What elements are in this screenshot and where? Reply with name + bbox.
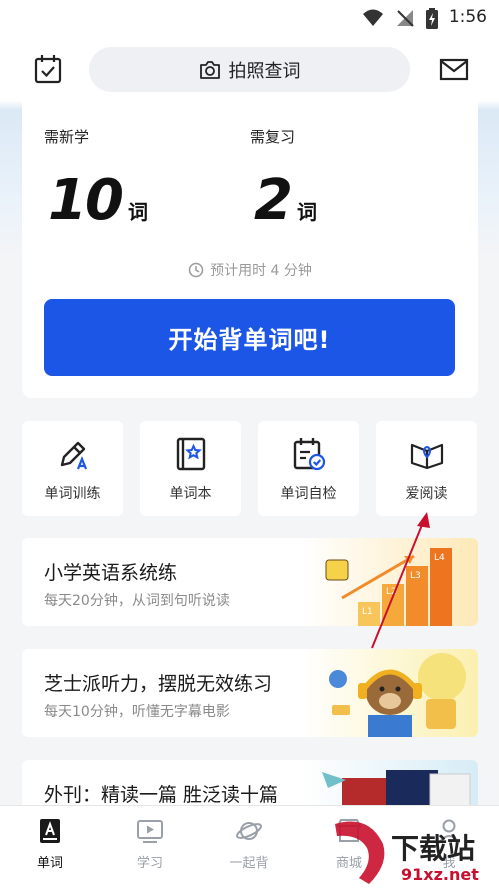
tool-shortcuts: 单词训练 单词本 单词自检 爱阅读 [22, 421, 478, 516]
estimated-time-text: 预计用时 4 分钟 [210, 263, 312, 279]
photo-search-bar[interactable]: 拍照查词 [89, 47, 410, 92]
wifi-icon [363, 9, 383, 26]
course-title: 芝士派听力，摆脱无效练习 [44, 673, 273, 695]
level-label: L4 [434, 553, 445, 563]
tab-label: 一起背 [229, 856, 269, 871]
star-book-icon [176, 437, 205, 471]
battery-icon [426, 8, 438, 29]
mail-icon[interactable] [438, 53, 470, 85]
tool-word-book[interactable]: 单词本 [140, 421, 241, 516]
course-title: 外刊：精读一篇 胜泛读十篇 [44, 784, 279, 806]
review-words-stat: 需复习 2词 [250, 126, 317, 233]
calendar-check-icon[interactable] [32, 53, 64, 85]
pencil-icon [60, 441, 87, 470]
camera-icon [199, 60, 220, 79]
tab-label: 学习 [136, 856, 163, 871]
tab-together[interactable]: 一起背 [209, 818, 289, 871]
top-header: 拍照查词 [0, 40, 499, 100]
study-plan-card: 需新学 10 词 需复习 2词 预计用时 4 分钟 开始背单词吧! [22, 100, 478, 398]
estimated-time: 预计用时 4 分钟 [22, 260, 478, 280]
level-label: L1 [362, 607, 373, 617]
photo-search-label: 拍照查词 [228, 60, 301, 82]
review-words-unit: 词 [296, 200, 317, 224]
review-words-count: 2 [254, 168, 293, 233]
new-words-unit: 词 [127, 200, 148, 224]
open-book-icon [410, 443, 443, 470]
new-words-stat: 需新学 10 词 [44, 126, 148, 233]
level-label: L2 [386, 587, 397, 597]
tab-words[interactable]: 单词 [10, 818, 90, 871]
status-bar: 1:56 [0, 0, 499, 36]
course-subtitle: 每天20分钟，从词到句听说读 [44, 593, 230, 609]
level-label: L3 [410, 571, 421, 581]
tool-label: 单词训练 [44, 486, 101, 502]
review-words-label: 需复习 [250, 128, 296, 146]
calendar-check-icon [293, 438, 325, 471]
tool-love-reading[interactable]: 爱阅读 [376, 421, 477, 516]
course-title: 小学英语系统练 [44, 562, 178, 584]
site-watermark-logo: 下载站 91xz.net [335, 821, 479, 884]
tool-word-training[interactable]: 单词训练 [22, 421, 123, 516]
clock-time: 1:56 [448, 7, 487, 27]
tool-label: 单词本 [169, 486, 212, 502]
course-card-primary-english[interactable]: 小学英语系统练 每天20分钟，从词到句听说读 L1 L2 L3 L4 [22, 538, 478, 626]
new-words-count: 10 [48, 168, 124, 233]
tab-study[interactable]: 学习 [110, 818, 190, 871]
tab-label: 单词 [36, 856, 63, 871]
bear-headphones-illustration [302, 649, 478, 737]
watermark-site-text: 91xz.net [401, 865, 479, 884]
tool-label: 爱阅读 [405, 486, 448, 502]
course-card-listening[interactable]: 芝士派听力，摆脱无效练习 每天10分钟，听懂无字幕电影 [22, 649, 478, 737]
video-play-icon [137, 820, 163, 843]
watermark-main-text: 下载站 [391, 832, 475, 865]
no-signal-icon [397, 10, 414, 27]
word-book-icon [40, 819, 60, 843]
new-words-label: 需新学 [44, 128, 90, 146]
clock-icon [188, 262, 204, 278]
tool-label: 单词自检 [280, 486, 337, 502]
planet-icon [236, 822, 262, 840]
course-subtitle: 每天10分钟，听懂无字幕电影 [44, 704, 230, 720]
start-memorizing-button[interactable]: 开始背单词吧! [44, 299, 455, 376]
level-steps-illustration: L1 L2 L3 L4 [302, 538, 478, 626]
tool-self-check[interactable]: 单词自检 [258, 421, 359, 516]
